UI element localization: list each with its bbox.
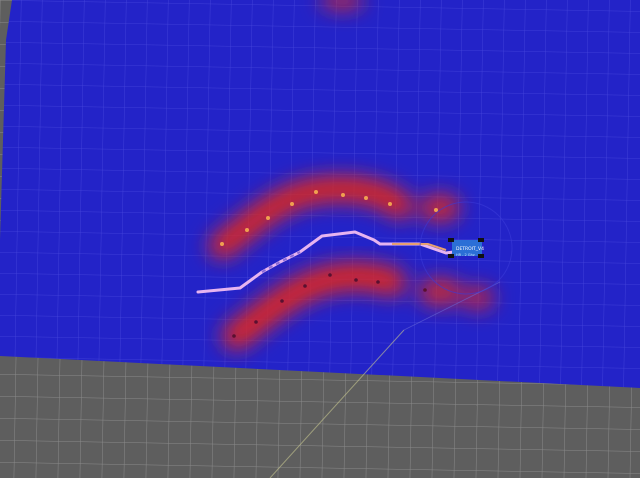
scene-canvas[interactable]: DETROIT_V4 HR - 2 Ghz [0,0,640,478]
rviz-3d-viewport[interactable]: DETROIT_V4 HR - 2 Ghz [0,0,640,478]
robot-label: DETROIT_V4 [456,246,484,252]
robot-sublabel: HR - 2 Ghz [456,253,475,257]
